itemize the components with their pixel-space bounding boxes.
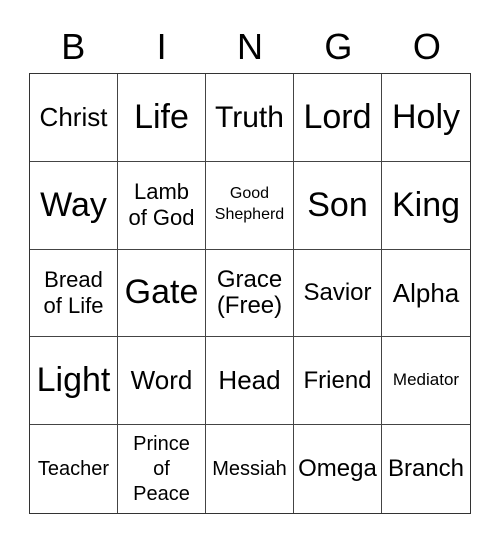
- bingo-cell[interactable]: King: [382, 162, 470, 250]
- header-letter-g: G: [324, 26, 353, 67]
- bingo-cell[interactable]: Son: [294, 161, 382, 250]
- bingo-cell[interactable]: Omega: [294, 425, 382, 513]
- bingo-cell[interactable]: Head: [206, 337, 294, 426]
- bingo-cell[interactable]: Friend: [294, 337, 382, 426]
- bingo-cell-label: Messiah: [212, 457, 287, 480]
- bingo-cell-label: Way: [40, 185, 107, 224]
- bingo-cell[interactable]: Prince of Peace: [118, 425, 206, 513]
- bingo-cell-label: Savior: [303, 278, 372, 306]
- bingo-cell-label: Truth: [215, 100, 284, 134]
- bingo-cell[interactable]: Truth: [206, 74, 294, 162]
- bingo-cell[interactable]: Christ: [30, 74, 118, 162]
- bingo-cell[interactable]: Lord: [294, 74, 382, 162]
- bingo-cell-label: Bread of Life: [43, 266, 104, 318]
- bingo-cell-label: Lord: [303, 97, 372, 136]
- bingo-cell[interactable]: Gate: [118, 249, 206, 338]
- bingo-cell-label: Good Shepherd: [214, 185, 285, 224]
- bingo-header: B I N G O: [29, 22, 471, 72]
- bingo-cell[interactable]: Lamb of God: [118, 161, 206, 250]
- bingo-cell[interactable]: Good Shepherd: [206, 161, 294, 250]
- bingo-cell-label: Mediator: [392, 370, 460, 390]
- bingo-cell[interactable]: Mediator: [382, 337, 470, 426]
- bingo-cell-label: Christ: [39, 102, 108, 133]
- bingo-grid: Christ Life Truth Lord Holy Way Lamb of God Goo…: [29, 73, 471, 514]
- bingo-cell-label: Alpha: [392, 277, 460, 308]
- bingo-cell[interactable]: Messiah: [206, 425, 294, 513]
- bingo-cell[interactable]: Word: [118, 337, 206, 426]
- bingo-cell[interactable]: Grace (Free): [206, 249, 294, 338]
- bingo-cell-label: Teacher: [37, 457, 110, 480]
- header-letter-o: O: [412, 26, 441, 67]
- header-letter-b: B: [61, 26, 86, 67]
- bingo-cell[interactable]: Savior: [294, 249, 382, 338]
- bingo-cell-label: Branch: [387, 454, 465, 482]
- bingo-cell-label: Light: [36, 361, 111, 400]
- bingo-cell-label: Head: [218, 365, 281, 396]
- bingo-cell[interactable]: Teacher: [30, 425, 118, 513]
- header-letter-n: N: [237, 26, 264, 67]
- bingo-cell-label: Omega: [298, 454, 377, 482]
- bingo-cell-label: Lamb of God: [128, 178, 195, 231]
- bingo-cell[interactable]: Way: [30, 161, 118, 250]
- bingo-cell[interactable]: Alpha: [382, 250, 470, 338]
- bingo-cell-label: Holy: [391, 97, 461, 136]
- header-letter-i: I: [156, 26, 167, 67]
- bingo-cell[interactable]: Holy: [382, 74, 470, 162]
- bingo-cell-label: Word: [130, 365, 193, 396]
- bingo-cell[interactable]: Light: [30, 337, 118, 426]
- bingo-cell-label: Prince of Peace: [133, 432, 190, 505]
- bingo-cell-label: Gate: [124, 273, 199, 312]
- bingo-cell-label: King: [391, 185, 461, 224]
- bingo-cell[interactable]: Life: [118, 74, 206, 162]
- bingo-cell-label: Friend: [303, 366, 372, 394]
- bingo-cell-label: Son: [307, 185, 368, 224]
- bingo-cell-label: Grace (Free): [216, 265, 283, 319]
- bingo-cell[interactable]: Bread of Life: [30, 249, 118, 338]
- bingo-cell[interactable]: Branch: [382, 425, 470, 513]
- bingo-cell-label: Life: [134, 97, 189, 136]
